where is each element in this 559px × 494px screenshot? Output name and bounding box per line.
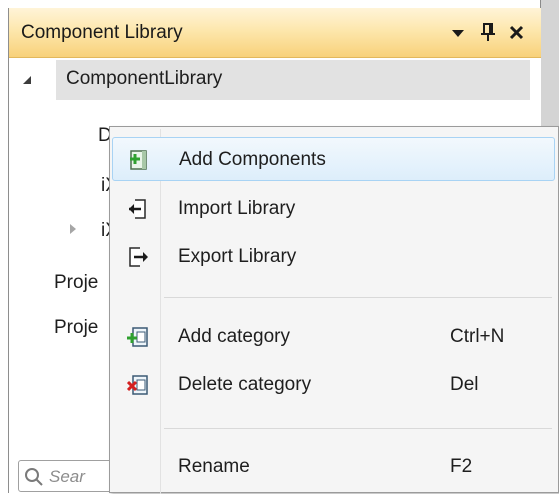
expand-arrow-icon[interactable] (23, 76, 31, 84)
tree-item-project-2[interactable]: Proje (54, 317, 98, 339)
panel-titlebar[interactable]: Component Library (9, 8, 541, 58)
tree-root-label: ComponentLibrary (66, 68, 223, 89)
search-placeholder: Sear (49, 467, 85, 486)
add-components-icon (127, 148, 151, 172)
close-icon[interactable] (506, 20, 528, 44)
search-icon (25, 468, 43, 486)
menu-item-label: Add Components (179, 149, 326, 170)
export-library-icon (126, 245, 150, 269)
panel-title: Component Library (21, 22, 183, 43)
context-menu: Add Components Import Library Export Lib… (109, 126, 559, 494)
menu-item-export-library[interactable]: Export Library (112, 235, 555, 279)
tree-root-item[interactable]: ComponentLibrary (56, 60, 530, 100)
tree-item-project-1[interactable]: Proje (54, 272, 98, 294)
delete-category-icon (126, 373, 150, 397)
dropdown-arrow-icon[interactable] (447, 20, 469, 44)
pin-icon[interactable] (477, 20, 499, 44)
menu-item-import-library[interactable]: Import Library (112, 187, 555, 231)
menu-item-delete-category[interactable]: Delete category Del (112, 363, 555, 407)
menu-item-add-components[interactable]: Add Components (112, 137, 555, 181)
collapsed-arrow-icon[interactable] (70, 224, 76, 234)
menu-item-rename[interactable]: Rename F2 (112, 445, 555, 489)
menu-item-label: Export Library (178, 246, 297, 267)
menu-item-label: Import Library (178, 198, 296, 219)
menu-item-label: Rename (178, 456, 250, 477)
menu-item-label: Add category (178, 326, 290, 347)
menu-separator (164, 297, 552, 298)
import-library-icon (126, 197, 150, 221)
menu-item-shortcut: Ctrl+N (450, 326, 505, 347)
menu-item-label: Delete category (178, 374, 312, 395)
menu-item-shortcut: F2 (450, 456, 473, 477)
menu-separator (164, 428, 552, 429)
menu-gutter-divider (160, 129, 161, 494)
menu-item-add-category[interactable]: Add category Ctrl+N (112, 315, 555, 359)
menu-item-shortcut: Del (450, 374, 479, 395)
add-category-icon (126, 325, 150, 349)
